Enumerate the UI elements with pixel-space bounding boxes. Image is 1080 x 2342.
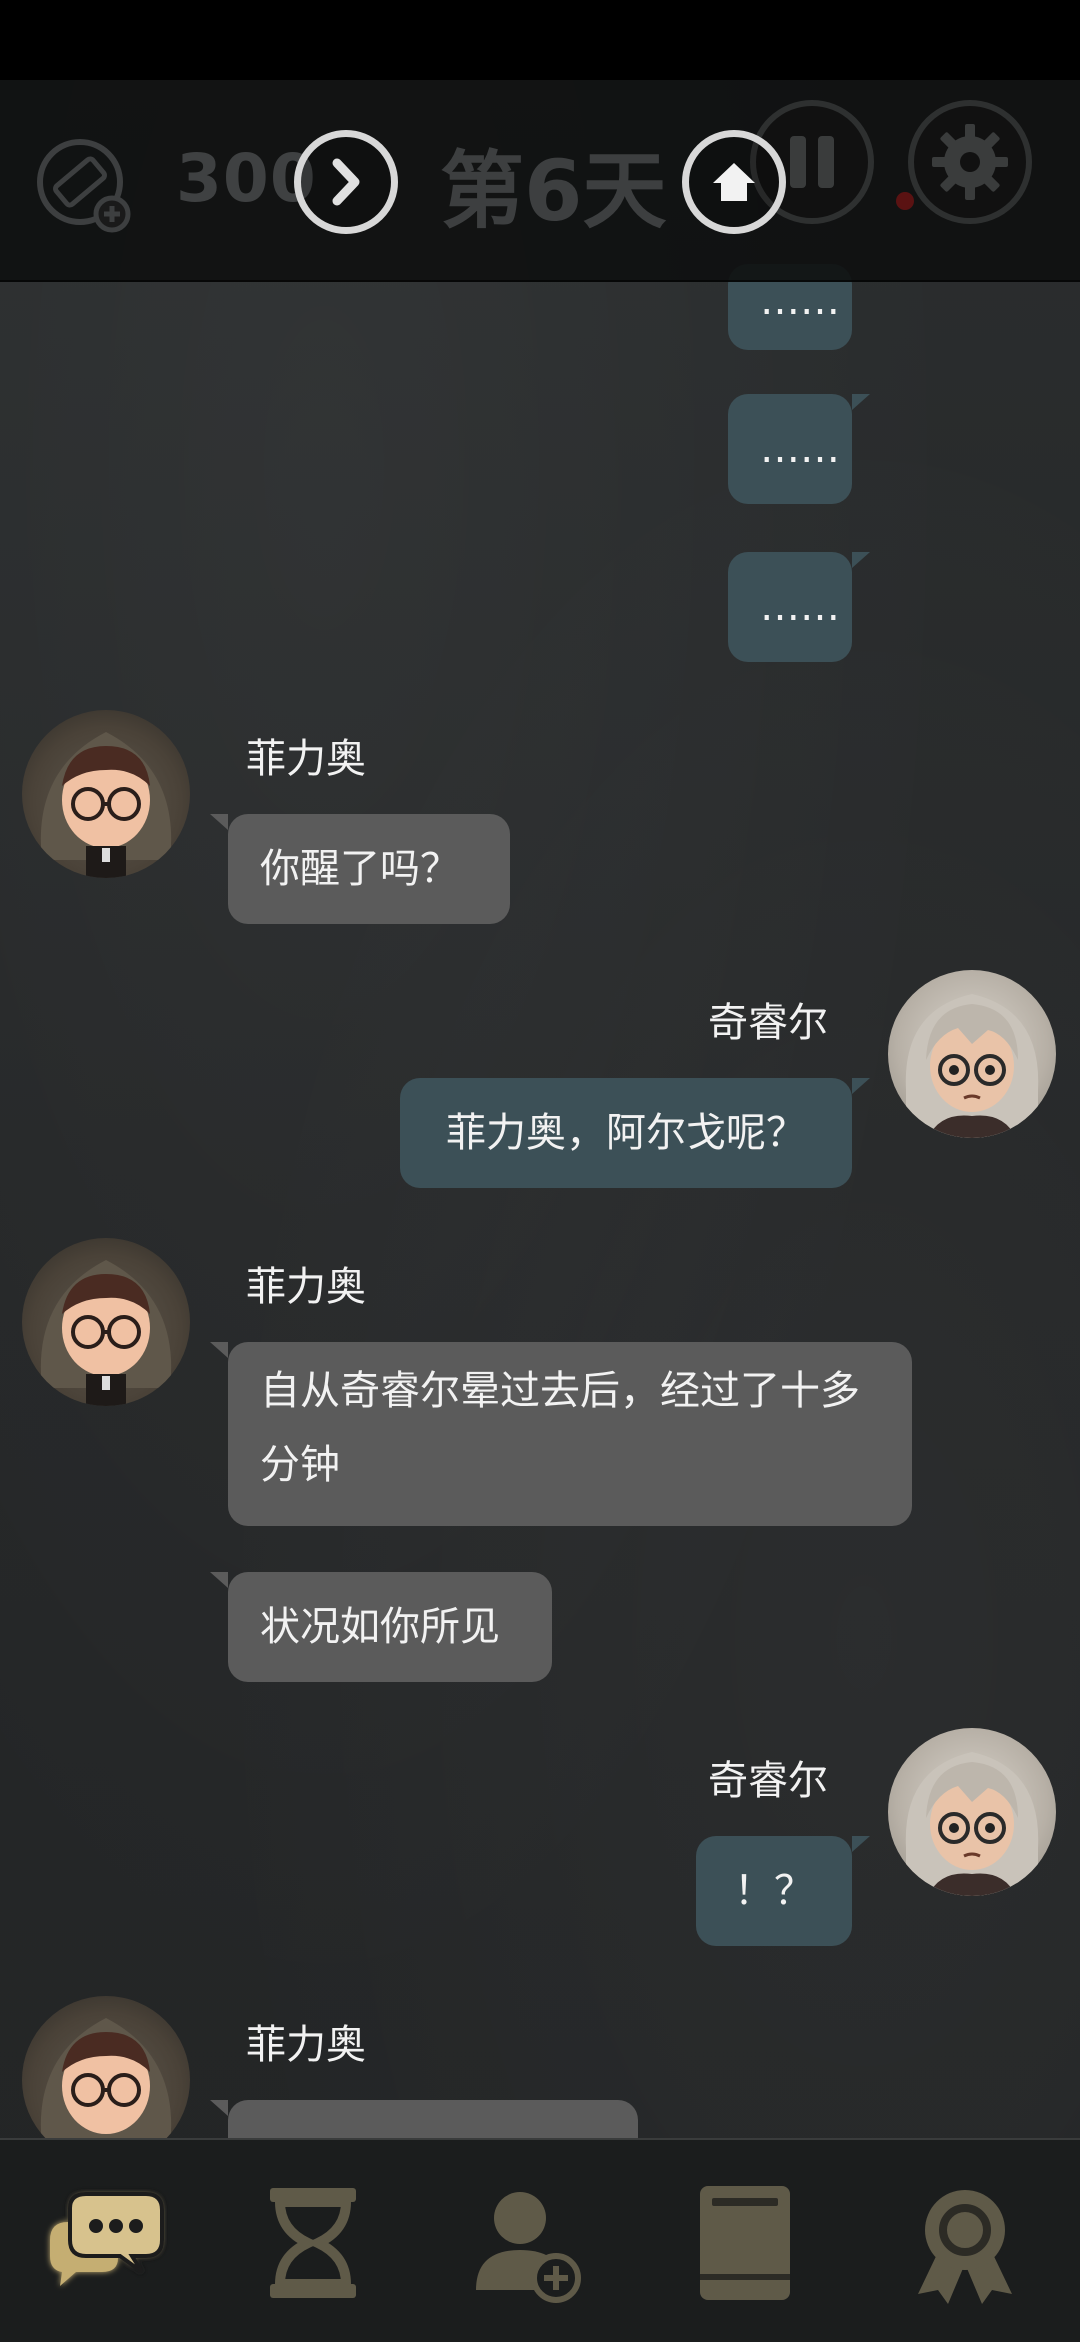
book-icon [700, 2186, 790, 2300]
bottom-navigation [0, 2138, 1080, 2342]
avatar-kirill[interactable] [888, 1728, 1056, 1896]
home-icon [713, 163, 755, 201]
message-bubble-left: 状况如你所见 [228, 1572, 552, 1682]
gear-icon [932, 124, 1008, 200]
message-bubble-left: 你醒了吗？ [228, 814, 510, 924]
kirill-portrait-icon [905, 994, 1039, 1138]
message-text: 你醒了吗？ [260, 846, 460, 892]
message-text: …… [760, 278, 840, 324]
avatar-filio[interactable] [22, 710, 190, 878]
sender-name: 菲力奥 [246, 2022, 366, 2068]
settings-button[interactable] [908, 100, 1032, 224]
chevron-right-icon [332, 158, 360, 206]
award-ribbon-icon [918, 2190, 1012, 2304]
bubble-tail [210, 1342, 228, 1358]
sender-name: 奇睿尔 [708, 1758, 828, 1804]
filio-portrait-icon [40, 1260, 172, 1406]
sender-name: 奇睿尔 [708, 1000, 828, 1046]
bubble-tail [210, 2100, 228, 2116]
notification-dot [896, 192, 914, 210]
nav-chat[interactable] [40, 2178, 170, 2308]
next-button[interactable] [294, 130, 398, 234]
message-bubble-right: …… [728, 552, 852, 662]
message-bubble-right: 菲力奥，阿尔戈呢？ [400, 1078, 852, 1188]
bubble-tail [852, 1078, 870, 1094]
nav-hourglass[interactable] [248, 2178, 378, 2308]
message-text: 自从奇睿尔晕过去后，经过了十多分钟 [260, 1368, 860, 1488]
bubble-tail [210, 1572, 228, 1588]
message-text: ！？ [734, 1868, 814, 1914]
message-text: 状况如你所见 [260, 1604, 500, 1650]
message-text: …… [760, 584, 840, 630]
avatar-kirill[interactable] [888, 970, 1056, 1138]
home-button[interactable] [682, 130, 786, 234]
day-label: 第6天 [440, 142, 667, 240]
message-bubble-right: …… [728, 394, 852, 504]
ticket-plus-icon[interactable] [36, 138, 132, 234]
nav-book[interactable] [680, 2178, 810, 2308]
message-text: …… [760, 426, 840, 472]
bubble-tail [852, 394, 870, 410]
bubble-tail [852, 1836, 870, 1852]
message-bubble-left: 自从奇睿尔晕过去后，经过了十多分钟 [228, 1342, 912, 1526]
kirill-portrait-icon [905, 1752, 1039, 1896]
add-contact-icon [476, 2192, 581, 2303]
filio-portrait-icon [40, 732, 172, 878]
message-text: 菲力奥，阿尔戈呢？ [446, 1110, 806, 1156]
sender-name: 菲力奥 [246, 736, 366, 782]
nav-award[interactable] [900, 2178, 1030, 2308]
system-status-bar [0, 0, 1080, 80]
message-bubble-right: ！？ [696, 1836, 852, 1946]
top-game-bar: 300 第6天 [0, 80, 1080, 282]
bubble-tail [852, 552, 870, 568]
nav-add-contact[interactable] [462, 2178, 592, 2308]
chat-bubbles-icon [50, 2192, 164, 2286]
avatar-filio[interactable] [22, 1238, 190, 1406]
bubble-tail [210, 814, 228, 830]
hourglass-icon [270, 2188, 356, 2298]
sender-name: 菲力奥 [246, 1264, 366, 1310]
